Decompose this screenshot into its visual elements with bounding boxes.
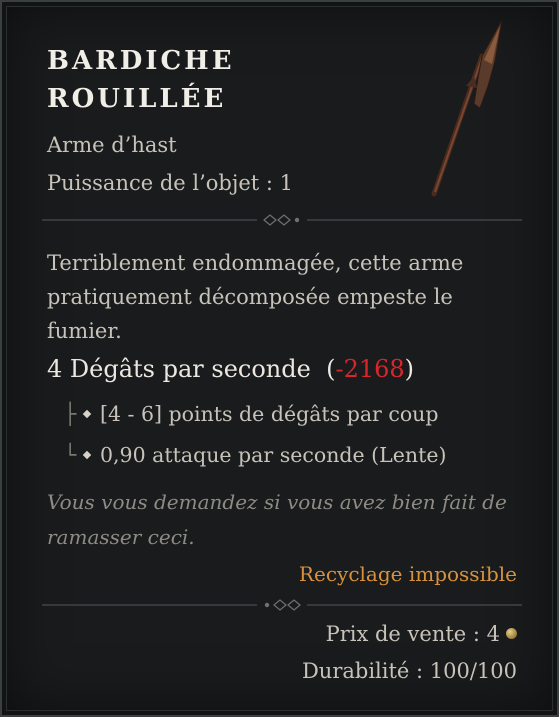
stat-damage: [4 - 6] points de dégâts par coup [100, 402, 439, 426]
flavor-text: Vous vous demandez si vous avez bien fai… [47, 490, 507, 549]
item-type: Arme d’hast [47, 133, 177, 157]
dps-value: 4 Dégâts par seconde [47, 355, 311, 383]
stat-damage-row: ├ [4 - 6] points de dégâts par coup [64, 402, 439, 426]
recycle-status: Recyclage impossible [298, 562, 517, 586]
sell-price: Prix de vente : 4 [325, 622, 500, 646]
stat-speed: 0,90 attaque par seconde (Lente) [100, 443, 447, 467]
sell-price-row: Prix de vente : 4 [326, 622, 517, 646]
gold-coin-icon [506, 628, 517, 639]
divider-top [42, 214, 522, 226]
divider-bottom [42, 599, 522, 611]
item-name: BARDICHE ROUILLÉE [47, 46, 235, 114]
dps-compare-close: ) [404, 355, 415, 383]
item-description: Terriblement endommagée, cette arme prat… [47, 251, 464, 343]
item-tooltip: BARDICHE ROUILLÉE Arme d’hast Puissance … [0, 0, 559, 717]
item-power: Puissance de l’objet : 1 [47, 171, 294, 195]
durability: Durabilité : 100/100 [301, 659, 517, 683]
polearm-bardiche-icon [431, 19, 503, 197]
dps-line: 4 Dégâts par seconde (-2168) [47, 355, 414, 383]
stat-speed-row: └ 0,90 attaque par seconde (Lente) [64, 443, 446, 467]
dps-compare-value: -2168 [335, 355, 405, 383]
